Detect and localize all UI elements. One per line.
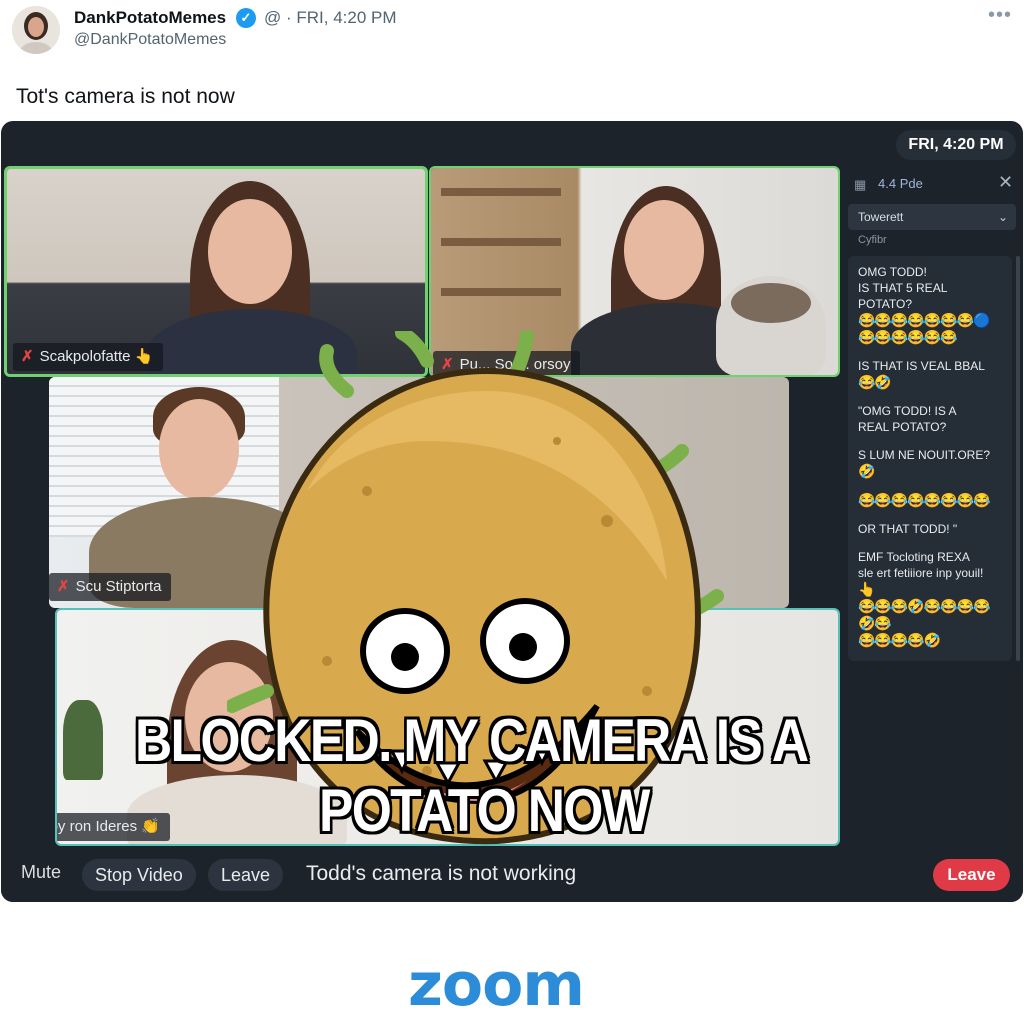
- chat-message-text: OR THAT TODD! ": [858, 522, 958, 536]
- participant-name-tag: ✗ Scakpolofatte 👆: [13, 343, 164, 371]
- participant-name: Soy ron Ideres: [57, 818, 138, 835]
- chat-message-text: S LUM NE NOUIT.ORE?: [858, 448, 991, 462]
- chat-title: Pde: [899, 176, 923, 191]
- close-icon[interactable]: ✕: [998, 172, 1013, 193]
- chat-scrollbar[interactable]: [1016, 256, 1020, 661]
- stop-video-button[interactable]: Stop Video: [82, 859, 196, 891]
- chat-emoji-reactions: 😂😂😂😂🤣: [858, 632, 941, 648]
- chat-emoji-reactions: 🤣😂: [858, 615, 892, 631]
- participant-name-tag: ✗ Scu Stiptorta: [49, 573, 172, 601]
- meeting-status-text: Todd's camera is not working: [306, 862, 577, 885]
- chat-count: 4.4: [878, 176, 897, 191]
- bookshelf: [441, 188, 561, 196]
- chevron-down-icon: ⌄: [997, 210, 1008, 224]
- chat-panel: ▦ 4.4 Pde ✕ Towerett ⌄ Cyfibr OMG TODD! I…: [844, 166, 1020, 666]
- chat-icon: ▦: [854, 177, 867, 192]
- chat-message-text: "OMG TODD! IS A: [858, 404, 957, 418]
- leave-pill-button[interactable]: Leave: [208, 859, 284, 891]
- chat-messages: OMG TODD! IS THAT 5 REAL POTATO? 😂😂😂😂😂😂😂🔵 😂…: [848, 256, 1012, 661]
- meeting-clock: FRI, 4:20 PM: [896, 130, 1016, 160]
- chat-sub-label: Cyfibr: [858, 234, 887, 246]
- user-name[interactable]: DankPotatoMemes: [74, 8, 226, 28]
- chat-message: IS THAT IS VEAL BBAL 😂🤣: [858, 358, 1004, 391]
- chat-emoji-reactions: 😂😂😂😂😂😂😂😂: [858, 492, 990, 508]
- verified-badge-icon: ✓: [236, 8, 256, 28]
- chat-emoji-reactions: 😂😂😂😂😂😂: [858, 329, 958, 345]
- participant-name: Scakpolofatte: [39, 348, 131, 365]
- cat-head-markings: [731, 283, 811, 323]
- chat-message-text: REAL POTATO?: [858, 420, 947, 434]
- chat-message: 😂😂😂😂😂😂😂😂: [858, 492, 1004, 509]
- plant: [63, 700, 103, 780]
- meme-caption-line-2: POTATO NOW: [319, 777, 650, 844]
- chat-message: OMG TODD! IS THAT 5 REAL POTATO? 😂😂😂😂😂😂😂🔵 😂…: [858, 264, 1004, 346]
- participant-name: Scu Stiptorta: [75, 578, 162, 595]
- chat-recipient-label: Towerett: [858, 210, 904, 224]
- chat-message-text: IS THAT 5 REAL POTATO?: [858, 281, 947, 311]
- muted-mic-icon: ✗: [21, 348, 34, 365]
- ellipsis-icon[interactable]: •••: [988, 4, 1012, 27]
- chat-message: OR THAT TODD! ": [858, 521, 1004, 537]
- chat-emoji-reactions: 😂🤣: [858, 374, 892, 390]
- zoom-logo: zoom: [408, 950, 585, 1020]
- mute-button[interactable]: Mute: [21, 862, 61, 883]
- participant-face: [208, 199, 292, 304]
- hand-icon: 👆: [134, 348, 154, 365]
- zoom-meeting-window: FRI, 4:20 PM ✗ Scakpolofatte 👆 ✗ Pu... Sor…: [1, 121, 1023, 902]
- avatar-image: [12, 6, 60, 54]
- chat-emoji-reactions: 😂😂😂🤣😂😂😂😂: [858, 598, 990, 614]
- clap-icon: 👏: [141, 818, 160, 835]
- tweet-caption: Tot's camera is not now: [16, 85, 235, 108]
- chat-message-text: sle ert fetiiiore inp youil!: [858, 566, 984, 580]
- chat-recipient-select[interactable]: Towerett ⌄: [848, 204, 1016, 230]
- meme-caption-line-1: BLOCKED. MY CAMERA IS A: [135, 707, 809, 774]
- chat-message-text: OMG TODD!: [858, 265, 927, 279]
- chat-message: "OMG TODD! IS A REAL POTATO?: [858, 403, 1004, 435]
- chat-emoji-reactions: 🤣: [858, 463, 875, 479]
- tweet-card: DankPotatoMemes ✓ @ · FRI, 4:20 PM @Dank…: [0, 0, 1024, 1024]
- participant-name-tag: ✗Soy ron Ideres 👏: [57, 813, 170, 841]
- chat-emoji-reactions: 👆: [858, 581, 875, 597]
- chat-header: 4.4 Pde: [878, 176, 923, 191]
- chat-emoji-reactions: 😂😂😂😂😂😂😂🔵: [858, 312, 990, 328]
- bookshelf: [441, 238, 561, 246]
- tweet-meta: @ · FRI, 4:20 PM: [264, 8, 397, 27]
- participant-face: [624, 200, 704, 300]
- avatar[interactable]: [12, 6, 60, 54]
- chat-message-text: IS THAT IS VEAL BBAL: [858, 359, 985, 373]
- bookshelf: [441, 288, 561, 296]
- user-handle[interactable]: @DankPotatoMemes: [74, 31, 226, 49]
- chat-message: EMF Tocloting REXA sle ert fetiiiore inp …: [858, 549, 1004, 649]
- chat-message: S LUM NE NOUIT.ORE? 🤣: [858, 447, 1004, 480]
- chat-message-text: EMF Tocloting REXA: [858, 550, 970, 564]
- muted-mic-icon: ✗: [57, 578, 70, 595]
- leave-button[interactable]: Leave: [933, 859, 1010, 891]
- meeting-toolbar: Mute Stop Video Leave Todd's camera is n…: [1, 848, 1023, 902]
